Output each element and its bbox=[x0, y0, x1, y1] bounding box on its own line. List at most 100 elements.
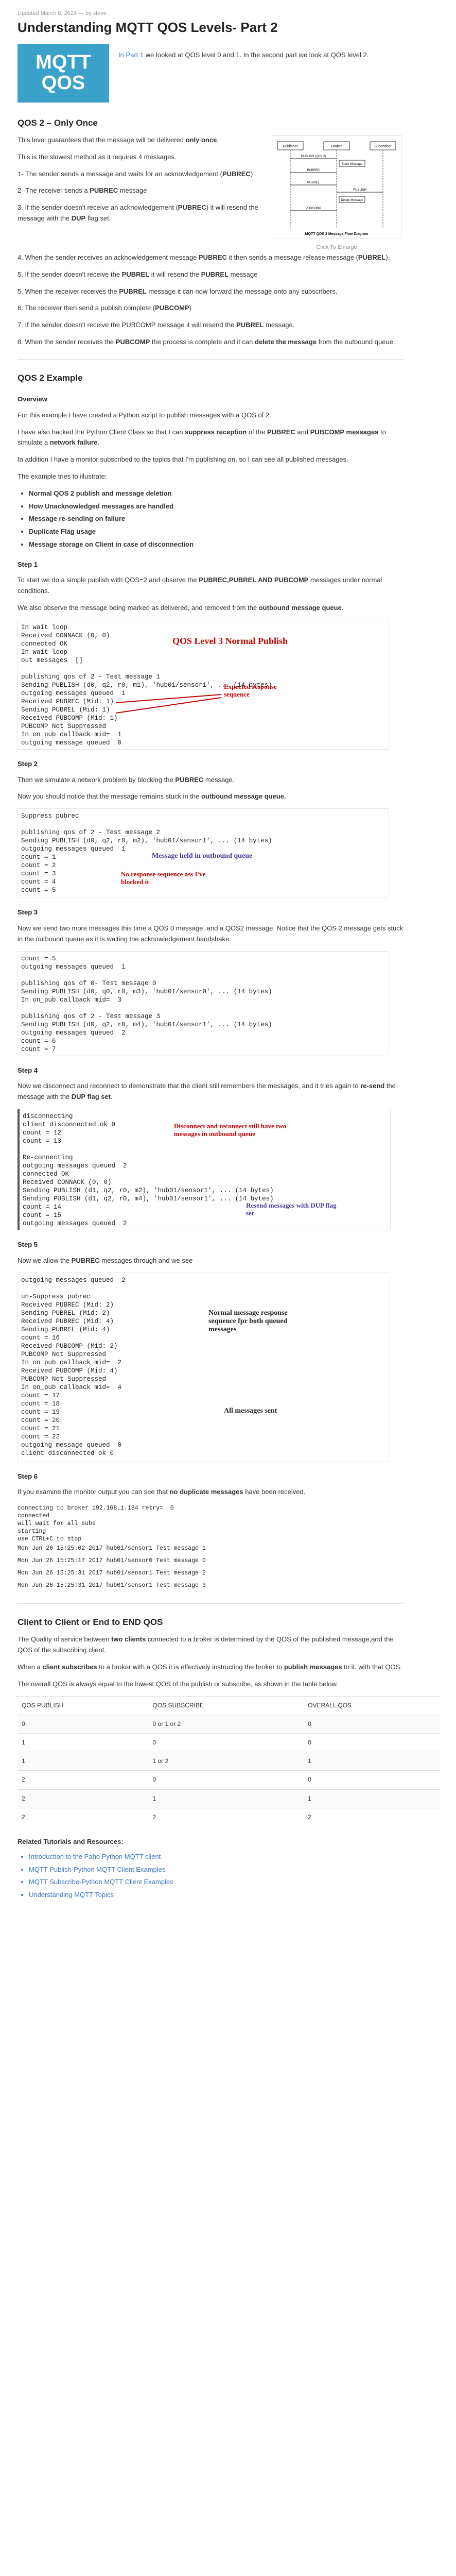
console-line: In on_pub callback mid= 2 bbox=[21, 1359, 122, 1366]
overview-heading: Overview bbox=[17, 395, 47, 403]
annotation-arrow bbox=[115, 693, 222, 714]
flow-diagram-image[interactable]: Publisher Broker Subscriber PUBLISH (QoS… bbox=[272, 134, 401, 239]
part1-link[interactable]: In Part 1 bbox=[118, 51, 144, 59]
monitor-line: will wait for all subs bbox=[17, 1520, 96, 1528]
console-line: Received PUBREC (Mid: 2) bbox=[21, 1301, 114, 1309]
table-cell: 0 bbox=[17, 1714, 149, 1734]
console-line: un-Suppress pubrec bbox=[21, 1293, 91, 1300]
step4-p1: Now we disconnect and reconnect to demon… bbox=[17, 1082, 396, 1101]
e2e-p3: The overall QOS is always equal to the l… bbox=[17, 1680, 338, 1688]
related-link[interactable]: MQTT Subscribe-Python MQTT Client Exampl… bbox=[29, 1878, 173, 1886]
console-line: Sending PUBLISH (d0, q0, r0, m3), 'hub01… bbox=[21, 988, 272, 995]
related-item[interactable]: MQTT Publish-Python MQTT Client Examples bbox=[29, 1865, 404, 1875]
console-line: Sending PUBREL (Mid: 2) bbox=[21, 1309, 110, 1317]
monitor-message: Mon Jun 26 15:25:02 2017 hub01/sensor1 T… bbox=[17, 1545, 206, 1552]
qos2-step7: 6. The receiver then send a publish comp… bbox=[17, 304, 191, 312]
console-line: client disconnected ok 0 bbox=[21, 1449, 114, 1457]
diagram-store: Store Message bbox=[342, 163, 363, 166]
table-header: QOS PUBLISH bbox=[17, 1696, 149, 1715]
console-line: outgoing messages queued 2 bbox=[21, 1029, 126, 1037]
table-row: 11 or 21 bbox=[17, 1752, 440, 1771]
console-line: count = 21 bbox=[21, 1425, 60, 1432]
annotation-normal-publish: QOS Level 3 Normal Publish bbox=[172, 635, 288, 646]
console-line: Sending PUBLISH (d0, q2, r0, m1), 'hub01… bbox=[21, 681, 272, 689]
diagram-m4: PUBCOMP bbox=[306, 207, 321, 210]
related-item[interactable]: Understanding MQTT Topics bbox=[29, 1890, 404, 1901]
annotation-expected-sequence: Expected response sequence bbox=[224, 682, 277, 698]
diagram-delete: Delete Message bbox=[341, 199, 363, 202]
related-link[interactable]: MQTT Publish-Python MQTT Client Examples bbox=[29, 1866, 165, 1873]
console-line: count = 16 bbox=[21, 1334, 60, 1342]
console-line: Received PUBREC (Mid: 4) bbox=[21, 1317, 114, 1325]
console-line: PUBCOMP Not Suppressed bbox=[21, 1375, 107, 1383]
table-header: QOS SUBSCRIBE bbox=[148, 1696, 304, 1715]
diagram-caption: Click To Enlarge bbox=[316, 244, 357, 251]
page-title: Understanding MQTT QOS Levels- Part 2 bbox=[17, 19, 278, 35]
console-line: count = 5 bbox=[21, 887, 56, 894]
annotation-disconnect: Disconnect and reconnect still have two … bbox=[174, 1122, 287, 1138]
annotation-normal-response: Normal message response sequence fpr bot… bbox=[208, 1309, 288, 1333]
monitor-line: connecting to broker 192.168.1.184 retry… bbox=[17, 1505, 174, 1512]
console-line: count = 7 bbox=[21, 1045, 56, 1053]
console-line: count = 6 bbox=[21, 1037, 56, 1045]
divider bbox=[17, 359, 404, 360]
monitor-message: Mon Jun 26 15:25:31 2017 hub01/sensor1 T… bbox=[17, 1570, 206, 1577]
monitor-line: use CTRL+C to stop bbox=[17, 1536, 82, 1543]
list-item: How Unacknowledged messages are handled bbox=[29, 501, 404, 512]
qos2-flow-diagram[interactable]: Publisher Broker Subscriber PUBLISH (QoS… bbox=[270, 134, 404, 252]
qos2-step6: 5. When the receiver receives the PUBREL… bbox=[17, 287, 338, 295]
logo-line2: QOS bbox=[41, 72, 85, 94]
table-cell: 2 bbox=[17, 1807, 149, 1826]
qos2-p2: This is the slowest method as it require… bbox=[17, 152, 177, 161]
step6-heading: Step 6 bbox=[17, 1472, 38, 1480]
annotation-message-held: Message held in outbound queue bbox=[152, 852, 253, 860]
step3-heading: Step 3 bbox=[17, 908, 38, 917]
table-cell: 0 bbox=[304, 1733, 440, 1752]
step3-screenshot: count = 5 outgoing messages queued 1 pub… bbox=[17, 951, 389, 1056]
example-bullets: Normal QOS 2 publish and message deletio… bbox=[17, 488, 404, 550]
console-line: disconnecting bbox=[23, 1113, 73, 1121]
diagram-m2: PUBREC bbox=[307, 169, 320, 172]
related-link[interactable]: Understanding MQTT Topics bbox=[29, 1891, 114, 1899]
table-cell: 2 bbox=[17, 1770, 149, 1790]
e2e-p2: When a client subscribes to a broker wit… bbox=[17, 1663, 402, 1671]
console-line: count = 2 bbox=[21, 862, 56, 870]
related-heading: Related Tutorials and Resources: bbox=[17, 1837, 124, 1845]
divider bbox=[17, 1603, 404, 1604]
console-line: Sending PUBLISH (d1, q2, r0, m2), 'hub01… bbox=[23, 1187, 274, 1195]
post-meta: Updated March 8, 2024 — by steve bbox=[17, 10, 107, 16]
annotation-all-sent: All messages sent bbox=[224, 1406, 277, 1415]
step2-screenshot: Suppress pubrec publishing qos of 2 - Te… bbox=[17, 808, 389, 899]
example-p1: For this example I have created a Python… bbox=[17, 411, 271, 419]
annotation-resend: Resend messages with DUP flag set bbox=[246, 1201, 337, 1217]
console-line: publishing qos of 2 - Test message 1 bbox=[21, 673, 161, 681]
console-line: Suppress pubrec bbox=[21, 812, 79, 820]
diagram-broker: Broker bbox=[331, 145, 342, 148]
console-line: Re-connecting bbox=[23, 1154, 73, 1162]
console-line: Sending PUBREL (Mid: 4) bbox=[21, 1326, 110, 1333]
related-link[interactable]: Introduction to the Paho Python MQTT cli… bbox=[29, 1853, 161, 1860]
step4-screenshot: disconnecting client disconnected ok 0 c… bbox=[17, 1109, 391, 1231]
console-line: outgoing messages queued 2 bbox=[23, 1162, 127, 1170]
qos2-p1: This level guarantees that the message w… bbox=[17, 135, 219, 144]
console-line: out messages [] bbox=[21, 656, 83, 664]
console-line: outgoing message queued 0 bbox=[21, 739, 122, 747]
related-item[interactable]: MQTT Subscribe-Python MQTT Client Exampl… bbox=[29, 1877, 404, 1888]
step2-p1: Then we simulate a network problem by bl… bbox=[17, 775, 235, 784]
monitor-line: connected bbox=[17, 1513, 50, 1520]
related-item[interactable]: Introduction to the Paho Python MQTT cli… bbox=[29, 1852, 404, 1862]
qos2-section: This level guarantees that the message w… bbox=[17, 134, 404, 252]
table-cell: 1 bbox=[17, 1733, 149, 1752]
diagram-title: MQTT QOS 2 Message Flow Diagram bbox=[305, 232, 369, 236]
list-item: Duplicate Flag usage bbox=[29, 527, 404, 537]
console-line: Received PUBCOMP (Mid: 2) bbox=[21, 1342, 118, 1350]
table-cell: 0 bbox=[148, 1733, 304, 1752]
console-line: In on_pub callback mid= 3 bbox=[21, 996, 122, 1004]
example-heading: QOS 2 Example bbox=[17, 372, 83, 383]
step1-heading: Step 1 bbox=[17, 560, 38, 568]
console-line: count = 19 bbox=[21, 1408, 60, 1416]
